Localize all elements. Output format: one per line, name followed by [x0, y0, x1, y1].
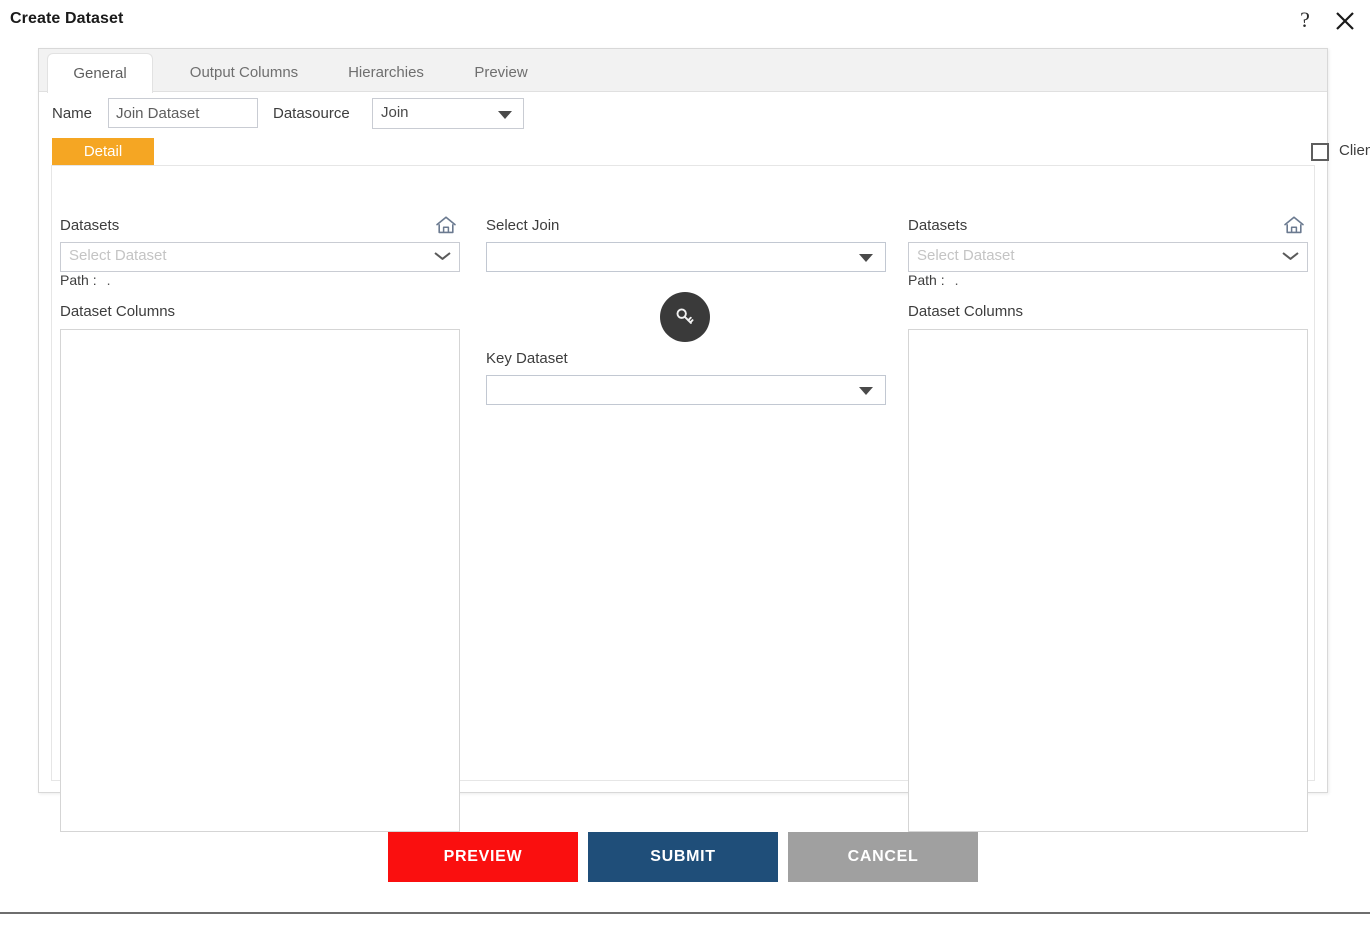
join-configuration-panel: Datasets Select Dataset Path :. Dataset … — [51, 165, 1315, 832]
dialog-footer: PREVIEW SUBMIT CANCEL — [0, 832, 1370, 884]
tab-hierarchies-label: Hierarchies — [348, 64, 424, 81]
help-icon[interactable]: ? — [1292, 6, 1318, 34]
close-icon[interactable] — [1330, 4, 1360, 36]
create-dataset-dialog: General Output Columns Hierarchies Previ… — [38, 48, 1370, 832]
key-icon[interactable] — [660, 292, 710, 342]
right-dataset-placeholder: Select Dataset — [917, 247, 1015, 264]
right-path-line: Path :. — [908, 272, 958, 288]
tab-general[interactable]: General — [47, 53, 153, 93]
name-input[interactable] — [108, 98, 258, 128]
left-dataset-column: Datasets Select Dataset Path :. Dataset … — [60, 166, 460, 832]
detail-section-label: Detail — [83, 143, 123, 160]
chevron-down-icon — [859, 254, 873, 262]
page-title: Create Dataset — [10, 10, 124, 27]
tab-general-label: General — [73, 65, 127, 82]
window-titlebar: Create Dataset ? — [0, 0, 1370, 44]
submit-button[interactable]: SUBMIT — [588, 832, 778, 882]
select-join-dropdown[interactable] — [486, 242, 886, 272]
chevron-down-icon — [859, 387, 873, 395]
right-dataset-select[interactable]: Select Dataset — [908, 242, 1308, 272]
chevron-down-icon — [1283, 252, 1298, 261]
left-dataset-columns-list[interactable] — [60, 329, 460, 832]
tab-output-columns-label: Output Columns — [189, 64, 299, 81]
left-datasets-label: Datasets — [60, 217, 120, 234]
left-path-label: Path : — [60, 272, 97, 288]
left-path-value: . — [106, 272, 111, 288]
right-dataset-column: Datasets Select Dataset Path :. Dataset … — [908, 166, 1308, 832]
key-dataset-dropdown[interactable] — [486, 375, 886, 405]
tab-preview-label: Preview — [474, 64, 528, 81]
tab-output-columns[interactable]: Output Columns — [169, 54, 319, 92]
left-path-line: Path :. — [60, 272, 110, 288]
bottom-divider — [0, 912, 1370, 914]
datasource-select[interactable]: Join — [372, 98, 524, 129]
cancel-button[interactable]: CANCEL — [788, 832, 978, 882]
right-dataset-columns-list[interactable] — [908, 329, 1308, 832]
datasource-value: Join — [381, 104, 409, 121]
chevron-down-icon — [435, 252, 450, 261]
datasource-label: Datasource — [273, 105, 350, 122]
tabstrip: General Output Columns Hierarchies Previ… — [39, 49, 1327, 93]
name-label: Name — [52, 105, 93, 122]
right-path-label: Path : — [908, 272, 945, 288]
client-script-label: Client Script — [1339, 142, 1370, 159]
right-path-value: . — [954, 272, 959, 288]
select-join-label: Select Join — [486, 217, 560, 234]
detail-section-tab[interactable]: Detail — [52, 138, 154, 165]
join-center-column: Select Join Key Dataset — [486, 166, 886, 780]
chevron-down-icon — [498, 111, 512, 119]
left-dataset-placeholder: Select Dataset — [69, 247, 167, 264]
checkbox-box-icon — [1311, 143, 1329, 161]
home-icon[interactable] — [435, 215, 457, 235]
dataset-form-row: Name Datasource Join — [39, 92, 1327, 140]
home-icon[interactable] — [1283, 215, 1305, 235]
right-columns-label: Dataset Columns — [908, 303, 1024, 320]
right-datasets-label: Datasets — [908, 217, 968, 234]
preview-button[interactable]: PREVIEW — [388, 832, 578, 882]
tab-hierarchies[interactable]: Hierarchies — [327, 54, 445, 92]
key-dataset-label: Key Dataset — [486, 350, 568, 367]
tab-preview[interactable]: Preview — [453, 54, 549, 92]
left-columns-label: Dataset Columns — [60, 303, 176, 320]
left-dataset-select[interactable]: Select Dataset — [60, 242, 460, 272]
